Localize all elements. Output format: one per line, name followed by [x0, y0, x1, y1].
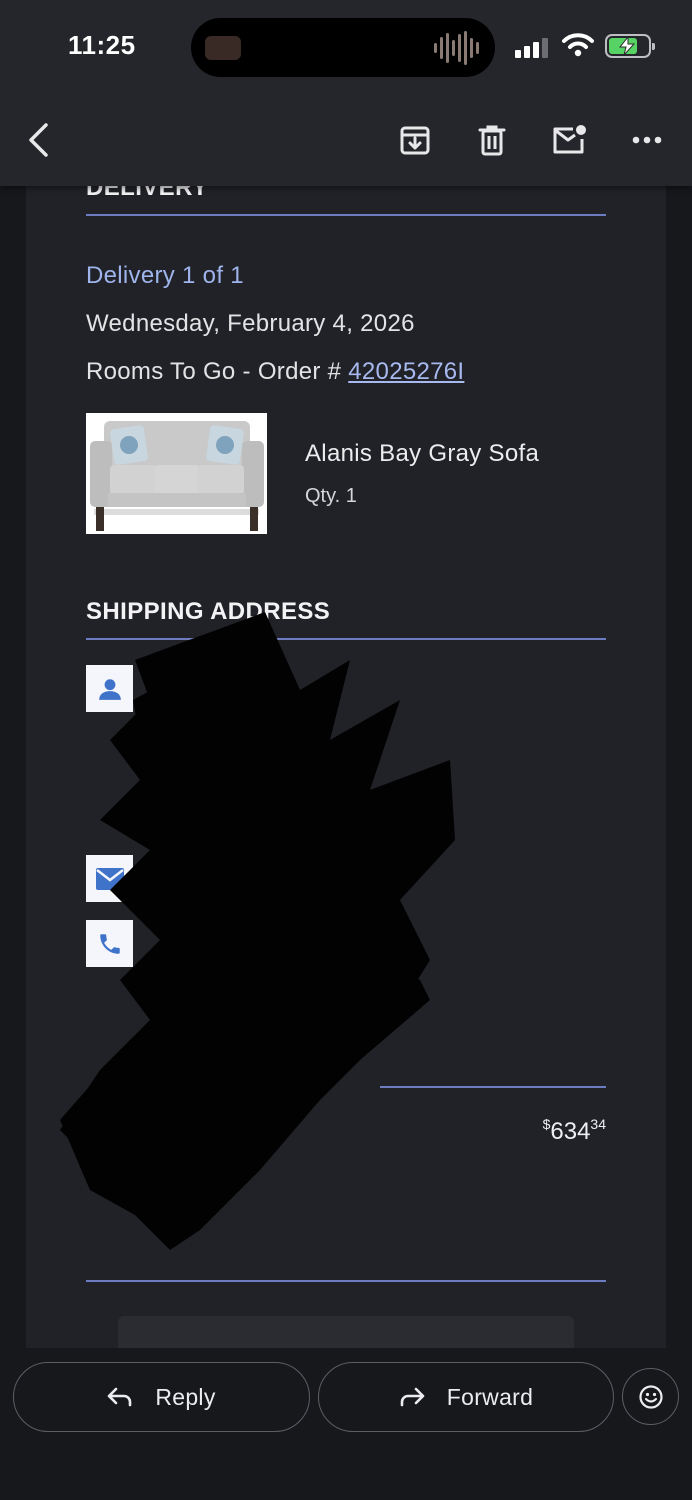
forward-icon	[400, 1387, 425, 1407]
back-button[interactable]	[20, 120, 56, 160]
battery-icon	[605, 34, 655, 58]
price-cents: 34	[590, 1116, 606, 1132]
delivery-count: Delivery 1 of 1	[86, 262, 244, 289]
product-name[interactable]: Alanis Bay Gray Sofa	[305, 440, 539, 468]
wifi-icon	[562, 33, 594, 62]
order-line: Rooms To Go - Order # 42025276I	[86, 358, 464, 386]
delete-button[interactable]	[473, 121, 511, 159]
product-image[interactable]	[86, 413, 267, 534]
chevron-left-icon	[29, 123, 48, 157]
forward-label: Forward	[446, 1383, 534, 1410]
order-prefix: Rooms To Go - Order #	[86, 358, 349, 385]
more-button[interactable]	[628, 121, 666, 159]
audio-wave-icon	[434, 30, 479, 65]
shipping-section-title: SHIPPING ADDRESS	[86, 598, 331, 625]
product-quantity: Qty. 1	[305, 485, 357, 507]
totals-divider	[380, 1086, 606, 1088]
footer-divider	[86, 1280, 606, 1282]
delivery-date: Wednesday, February 4, 2026	[86, 310, 415, 337]
mail-icon	[86, 855, 133, 902]
mark-unread-button[interactable]	[550, 121, 588, 159]
archive-button[interactable]	[396, 121, 434, 159]
bottom-action-bar: Reply Forward	[0, 1348, 692, 1500]
app-header: 11:25	[0, 0, 692, 186]
trash-icon	[478, 125, 506, 156]
mark-unread-icon	[553, 125, 586, 154]
phone-icon	[86, 920, 133, 967]
shipping-divider	[86, 638, 606, 640]
order-number-link[interactable]: 42025276I	[348, 358, 464, 385]
cellular-signal-icon	[515, 38, 548, 58]
reply-icon	[108, 1387, 132, 1407]
order-total-price: $63434	[543, 1116, 606, 1146]
person-icon	[86, 665, 133, 712]
reply-button[interactable]: Reply	[13, 1362, 310, 1432]
emoji-icon	[638, 1384, 663, 1409]
reply-label: Reply	[155, 1383, 216, 1410]
forward-button[interactable]: Forward	[318, 1362, 614, 1432]
emoji-react-button[interactable]	[622, 1368, 679, 1425]
live-activity-icon	[205, 36, 241, 60]
archive-icon	[400, 126, 430, 155]
status-time: 11:25	[68, 30, 136, 60]
delivery-divider	[86, 214, 606, 216]
dynamic-island	[191, 18, 495, 77]
more-horizontal-icon	[632, 136, 662, 144]
sofa-image	[86, 413, 267, 534]
price-dollars: 634	[550, 1118, 591, 1145]
